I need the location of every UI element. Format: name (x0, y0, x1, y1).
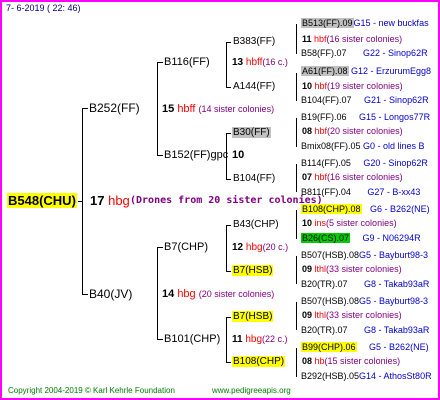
gen3-a1-id[interactable]: B383(FF) (233, 37, 275, 47)
gen3-a2-id[interactable]: A144(FF) (233, 82, 275, 92)
connector (296, 256, 297, 284)
gen3-b1-id[interactable]: B30(FF) (232, 127, 271, 138)
connector (226, 42, 227, 87)
gen3-c1-id[interactable]: B43(CHP) (233, 220, 279, 230)
connector (296, 164, 297, 192)
connector (157, 339, 163, 340)
gen4-row-4[interactable]: B104(FF).07 G21 - Sinop62R (301, 96, 429, 105)
gen3-c2-info: 09 lthl(33 sister colonies) (302, 264, 402, 274)
gen3-c1-info: 10 ins(5 sister colonies) (302, 218, 397, 228)
gen1-upper-id[interactable]: B252(FF) (89, 102, 140, 114)
connector (226, 179, 231, 180)
connector (226, 225, 231, 226)
connector (226, 317, 227, 362)
connector (157, 155, 163, 156)
site-link[interactable]: www.pedigreeapis.org (212, 387, 291, 395)
date-stamp: 7- 6-2019 ( 22: 46) (6, 3, 81, 13)
gen3-c2-id[interactable]: B7(HSB) (232, 265, 274, 276)
connector (82, 294, 88, 295)
connector (226, 271, 231, 272)
root-note: (Drones from 20 sister colonies) (130, 195, 323, 206)
connector (226, 87, 231, 88)
gen3-d2-info: 08 hb(15 sister colonies) (302, 356, 401, 366)
root-queen[interactable]: B548(CHU) (7, 193, 77, 208)
gen4-row-12[interactable]: B20(TR).07 G8 - Takab93aR (301, 280, 429, 289)
gen1-lower-id[interactable]: B40(JV) (89, 288, 132, 300)
gen2-c-info: 12 hbg(20 c.) (232, 242, 289, 253)
connector (78, 201, 83, 202)
gen4-row-7[interactable]: B114(FF).05 G20 - Sinop62R (301, 159, 428, 168)
gen4-row-14[interactable]: B20(TR).07 G8 - Takab93aR (301, 326, 429, 335)
gen2-a-id[interactable]: B116(FF) (164, 57, 210, 68)
connector (296, 24, 297, 54)
gen3-a2-info: 10 hbf(19 sister colonies) (302, 81, 403, 91)
gen4-row-10[interactable]: B26(CS).07 G9 - N06294R (301, 233, 421, 243)
gen4-row-16[interactable]: B292(HSB).05G14 - AthosSt80R (301, 372, 432, 381)
connector (226, 225, 227, 271)
gen4-row-5[interactable]: B19(FF).06 G15 - Longos77R (301, 113, 430, 122)
gen3-a1-info: 11 hbf(16 sister colonies) (302, 34, 403, 44)
connector (296, 118, 297, 147)
gen3-b2-id[interactable]: B104(FF) (233, 174, 275, 184)
connector (296, 210, 297, 239)
gen2-b-gen: 10 (232, 149, 245, 161)
connector (226, 362, 231, 363)
gen2-a-info: 13 hbff(16 c.) (232, 57, 288, 68)
gen3-b1-info: 08 hbf(20 sister colonies) (302, 126, 403, 136)
gen3-d1-info: 09 lthl(33 sister colonies) (302, 310, 402, 320)
gen2-d-info: 11 hbg(22 c.) (232, 334, 288, 345)
gen1-upper-info: 15 hbff (14 sister colonies) (162, 103, 275, 115)
gen3-b2-info: 07 hbf(16 sister colonies) (302, 172, 403, 182)
gen4-row-2[interactable]: B58(FF).07 G22 - Sinop62R (301, 49, 428, 58)
connector (226, 42, 231, 43)
connector (296, 348, 297, 377)
connector (296, 73, 297, 101)
connector (157, 62, 163, 63)
gen4-row-9[interactable]: B108(CHP).08 G6 - B262(NE) (301, 204, 430, 214)
gen4-row-6[interactable]: Bmix08(FF).05 G0 - old lines B (301, 142, 425, 151)
gen4-row-8[interactable]: B811(FF).04 G27 - B-xx43 (301, 188, 420, 197)
connector (82, 108, 88, 109)
gen4-row-13[interactable]: B507(HSB).08G5 - Bayburt98-3 (301, 297, 428, 306)
gen2-d-id[interactable]: B101(CHP) (164, 334, 220, 345)
connector (157, 62, 158, 155)
connector (157, 247, 163, 248)
copyright: Copyright 2004-2019 © Karl Kehrle Founda… (8, 386, 175, 395)
gen2-b-id[interactable]: B152(FF)gpc (164, 150, 228, 161)
gen4-row-3[interactable]: A61(FF).08 G12 - ErzurumEgg8 (301, 66, 431, 76)
gen3-d1-id[interactable]: B7(HSB) (232, 311, 274, 322)
connector (226, 133, 231, 134)
gen3-d2-id[interactable]: B108(CHP) (232, 356, 286, 367)
gen4-row-15[interactable]: B99(CHP).06 G5 - B262(NE) (301, 342, 429, 352)
connector (157, 247, 158, 339)
connector (226, 317, 231, 318)
gen1-lower-info: 14 hbg (20 sister colonies) (162, 288, 275, 300)
pedigree-frame: 7- 6-2019 ( 22: 46) B548(CHU) 17 hbg (Dr… (0, 0, 440, 400)
root-generation: 17 hbg (90, 193, 130, 208)
gen2-c-id[interactable]: B7(CHP) (164, 242, 208, 253)
root-id: B548(CHU) (7, 193, 77, 208)
connector (296, 302, 297, 330)
gen4-row-1[interactable]: B513(FF).09G15 - new buckfas (301, 18, 429, 28)
gen4-row-11[interactable]: B507(HSB).08G5 - Bayburt98-3 (301, 251, 428, 260)
